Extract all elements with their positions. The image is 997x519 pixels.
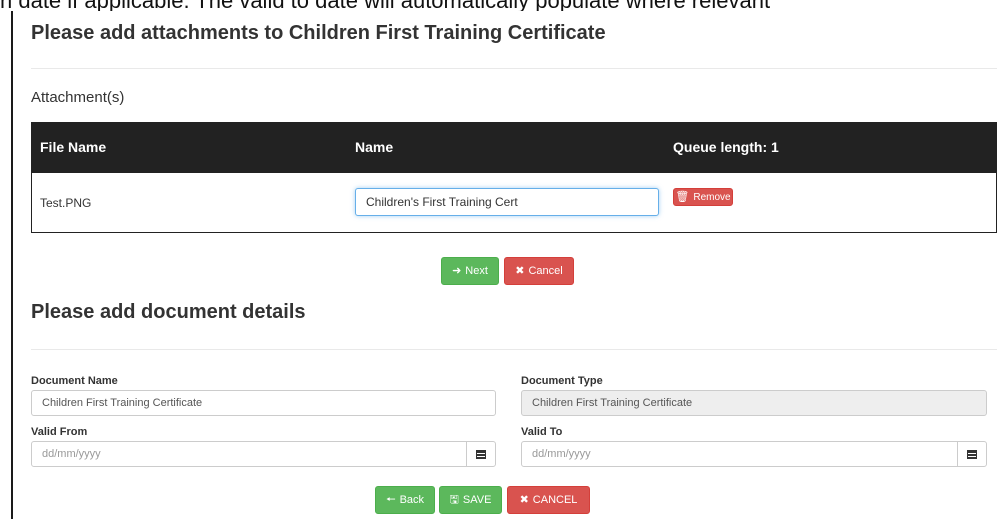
remove-button[interactable]: 🗑 Remove (673, 188, 733, 206)
valid-to-input[interactable] (521, 441, 959, 467)
modal-panel: Please add attachments to Children First… (11, 11, 997, 519)
column-header-name: Name (355, 139, 394, 155)
back-button-label: Back (399, 494, 425, 506)
save-button[interactable]: 🖫 SAVE (439, 486, 502, 514)
document-name-label: Document Name (31, 375, 118, 387)
attachments-section-label: Attachment(s) (31, 89, 125, 106)
floppy-disk-icon: 🖫 (449, 493, 459, 506)
valid-to-calendar-button[interactable] (957, 441, 987, 467)
next-button[interactable]: ➜ Next (441, 257, 499, 285)
document-name-input[interactable] (31, 390, 496, 416)
document-details-title: Please add document details (31, 301, 306, 323)
instruction-text-cut: n date if applicable. The valid to date … (0, 0, 997, 11)
column-header-queue-length: Queue length: 1 (673, 139, 779, 155)
save-button-label: SAVE (462, 494, 492, 506)
document-type-input (521, 390, 987, 416)
column-header-file-name: File Name (40, 139, 107, 155)
times-icon: ✖ (515, 264, 525, 277)
attachment-name-input[interactable] (355, 188, 659, 216)
divider (31, 349, 997, 350)
document-type-label: Document Type (521, 375, 603, 387)
trash-icon: 🗑 (675, 190, 690, 203)
file-name-cell: Test.PNG (40, 196, 92, 210)
valid-from-input[interactable] (31, 441, 468, 467)
cancel-button[interactable]: ✖ Cancel (504, 257, 574, 285)
remove-button-label: Remove (693, 191, 731, 203)
calendar-icon (476, 449, 486, 459)
divider (31, 68, 997, 69)
cancel-details-button-label: CANCEL (532, 494, 578, 506)
valid-to-label: Valid To (521, 426, 563, 438)
valid-from-calendar-button[interactable] (466, 441, 496, 467)
table-row: Test.PNG 🗑 Remove (32, 173, 996, 232)
attachments-title: Please add attachments to Children First… (31, 22, 606, 44)
back-button[interactable]: 🠔 Back (375, 486, 435, 514)
valid-from-label: Valid From (31, 426, 88, 438)
next-button-label: Next (465, 265, 488, 277)
arrow-left-icon: 🠔 (385, 493, 396, 506)
calendar-icon (967, 449, 977, 459)
table-header: File Name Name Queue length: 1 (32, 123, 996, 173)
cancel-button-label: Cancel (528, 265, 563, 277)
arrow-right-icon: ➜ (452, 264, 462, 277)
cancel-details-button[interactable]: ✖ CANCEL (507, 486, 590, 514)
times-icon: ✖ (519, 493, 529, 506)
attachments-table: File Name Name Queue length: 1 Test.PNG … (31, 122, 997, 233)
